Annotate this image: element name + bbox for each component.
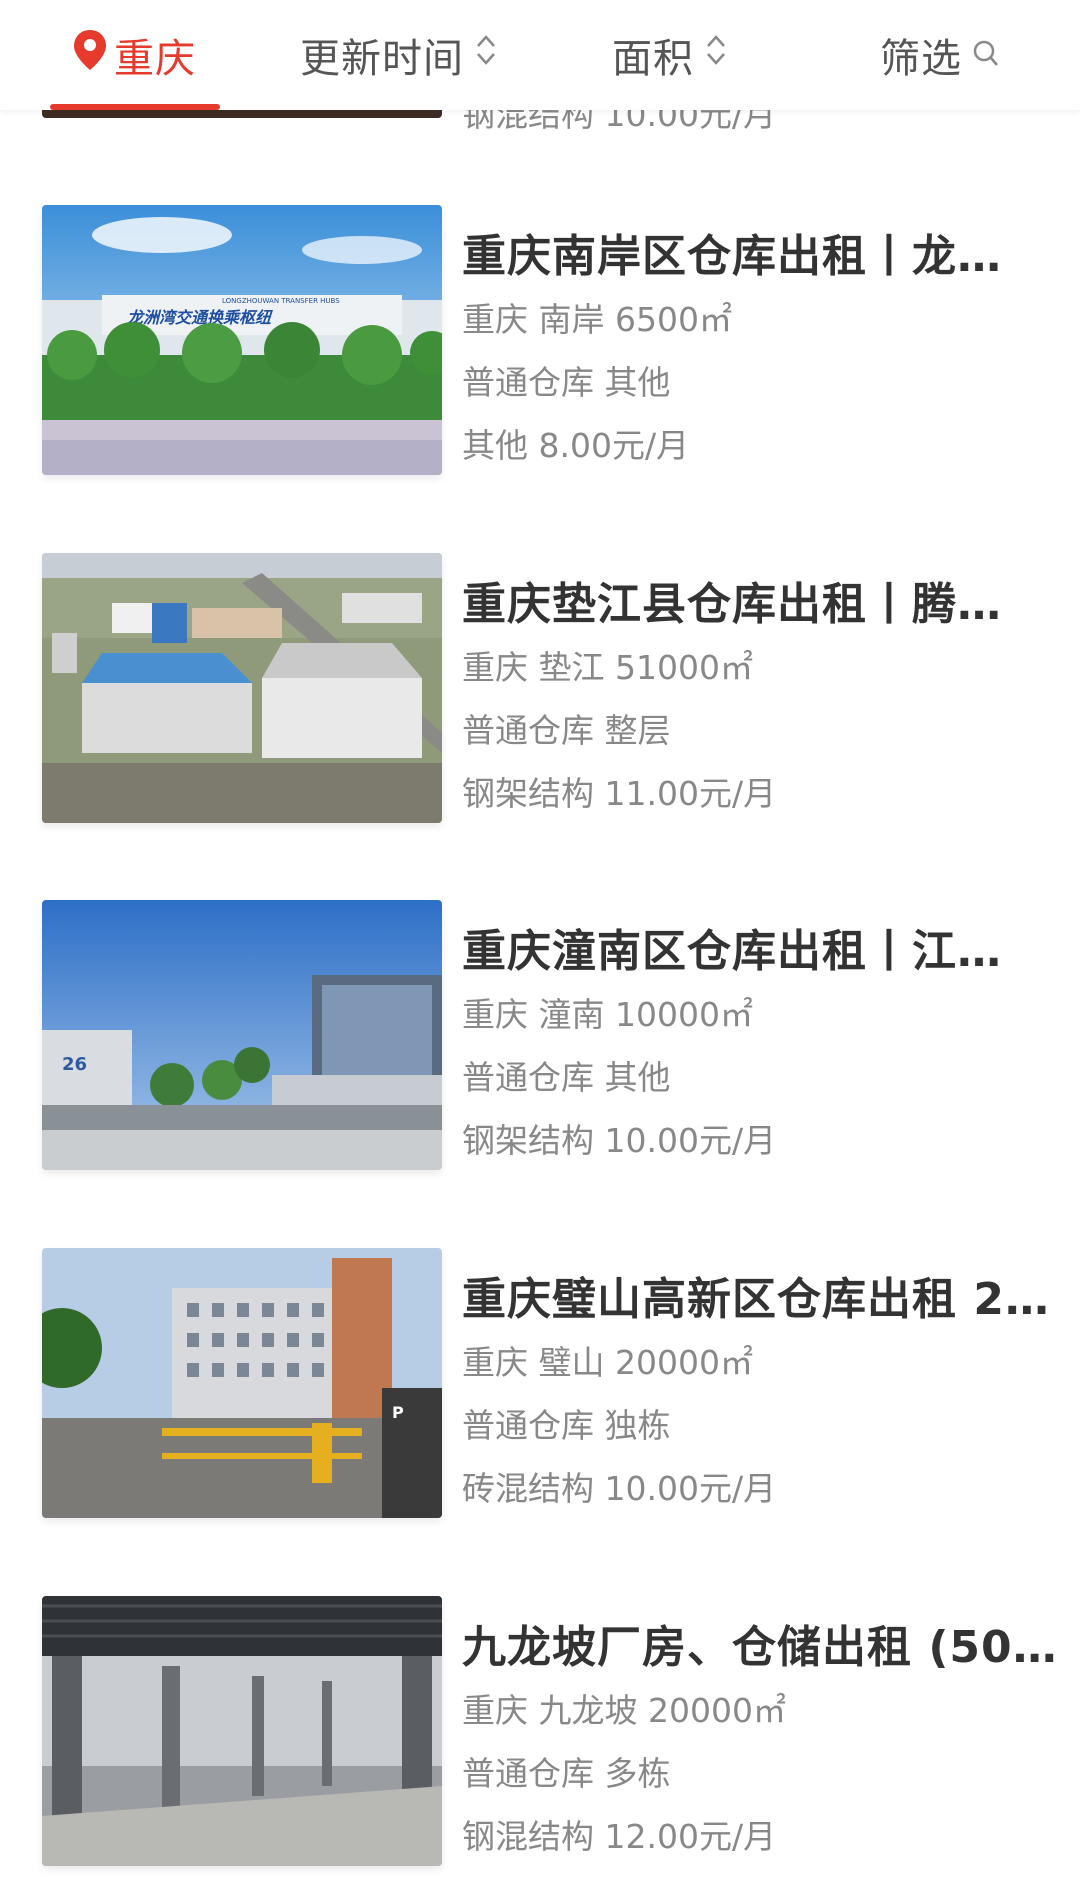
map-pin-icon: [72, 28, 108, 82]
listing-title: 重庆垫江县仓库出租丨腾…: [462, 579, 1002, 630]
listing-type: 普通仓库 其他: [462, 363, 671, 402]
listing-photo: [42, 553, 442, 823]
listing-card[interactable]: 重庆垫江县仓库出租丨腾… 重庆 垫江 51000㎡ 普通仓库 整层 钢架结构 1…: [42, 553, 1052, 823]
listing-info: 重庆潼南区仓库出租丨江… 重庆 潼南 10000㎡ 普通仓库 其他 钢架结构 1…: [462, 900, 1080, 1171]
sort-updown-icon: [704, 32, 728, 78]
filter-bar: 重庆 更新时间 面积 筛选: [0, 0, 1080, 110]
filter-button[interactable]: 筛选: [880, 0, 1000, 110]
search-icon: [972, 32, 1000, 78]
svg-text:P: P: [392, 1403, 404, 1422]
sort-updown-icon: [474, 32, 498, 78]
listing-location: 重庆 潼南 10000㎡: [462, 995, 753, 1034]
sort-area-label: 面积: [612, 36, 694, 82]
listing-type: 普通仓库 独栋: [462, 1406, 671, 1445]
listing-price: 钢混结构 12.00元/月: [462, 1817, 777, 1856]
sort-updated-label: 更新时间: [300, 36, 464, 82]
listing-card[interactable]: 26 重庆潼南区仓库出租丨江… 重庆 潼南 10000㎡ 普通仓库 其他 钢架结…: [42, 900, 1052, 1170]
listing-location: 重庆 璧山 20000㎡: [462, 1343, 753, 1382]
listing-info: 九龙坡厂房、仓储出租 (50… 重庆 九龙坡 20000㎡ 普通仓库 多栋 钢混…: [462, 1596, 1080, 1867]
listing-price: 其他 8.00元/月: [462, 426, 690, 465]
listing-type: 普通仓库 其他: [462, 1058, 671, 1097]
listing-type: 普通仓库 多栋: [462, 1754, 671, 1793]
listing-photo: [42, 1596, 442, 1866]
svg-text:龙洲湾交通换乘枢纽: 龙洲湾交通换乘枢纽: [127, 308, 273, 327]
listing-page: 钢混结构 10.00元/月 重庆 更新时间 面积 筛选 龙洲湾交通换乘枢纽 LO…: [0, 0, 1080, 1883]
listing-location: 重庆 南岸 6500㎡: [462, 300, 732, 339]
listing-title: 九龙坡厂房、仓储出租 (50…: [462, 1622, 1058, 1673]
listing-title: 重庆南岸区仓库出租丨龙…: [462, 231, 1002, 282]
listing-info: 重庆垫江县仓库出租丨腾… 重庆 垫江 51000㎡ 普通仓库 整层 钢架结构 1…: [462, 553, 1080, 824]
listing-price: 砖混结构 10.00元/月: [462, 1469, 777, 1508]
listing-card[interactable]: P 重庆璧山高新区仓库出租 2… 重庆 璧山 20000㎡ 普通仓库 独栋 砖混…: [42, 1248, 1052, 1518]
listing-card[interactable]: 龙洲湾交通换乘枢纽 LONGZHOUWAN TRANSFER HUBS 重庆南岸…: [42, 205, 1052, 475]
photo-sign-text: LONGZHOUWAN TRANSFER HUBS: [222, 297, 340, 305]
listing-title: 重庆璧山高新区仓库出租 2…: [462, 1274, 1050, 1325]
city-tab-underline: [50, 104, 220, 110]
sort-by-updated[interactable]: 更新时间: [300, 0, 498, 110]
city-selector[interactable]: 重庆: [72, 0, 196, 110]
listing-photo: P: [42, 1248, 442, 1518]
listing-photo: 龙洲湾交通换乘枢纽 LONGZHOUWAN TRANSFER HUBS: [42, 205, 442, 475]
listing-photo: 26: [42, 900, 442, 1170]
filter-label: 筛选: [880, 36, 962, 82]
listing-location: 重庆 垫江 51000㎡: [462, 648, 753, 687]
svg-text:26: 26: [62, 1054, 87, 1075]
city-label: 重庆: [114, 36, 196, 82]
listing-price: 钢架结构 10.00元/月: [462, 1121, 777, 1160]
listing-location: 重庆 九龙坡 20000㎡: [462, 1691, 786, 1730]
listing-info: 重庆璧山高新区仓库出租 2… 重庆 璧山 20000㎡ 普通仓库 独栋 砖混结构…: [462, 1248, 1080, 1519]
listing-title: 重庆潼南区仓库出租丨江…: [462, 926, 1002, 977]
listing-type: 普通仓库 整层: [462, 711, 671, 750]
sort-by-area[interactable]: 面积: [612, 0, 728, 110]
listing-price: 钢架结构 11.00元/月: [462, 774, 777, 813]
listing-info: 重庆南岸区仓库出租丨龙… 重庆 南岸 6500㎡ 普通仓库 其他 其他 8.00…: [462, 205, 1080, 476]
listing-card[interactable]: 九龙坡厂房、仓储出租 (50… 重庆 九龙坡 20000㎡ 普通仓库 多栋 钢混…: [42, 1596, 1057, 1866]
